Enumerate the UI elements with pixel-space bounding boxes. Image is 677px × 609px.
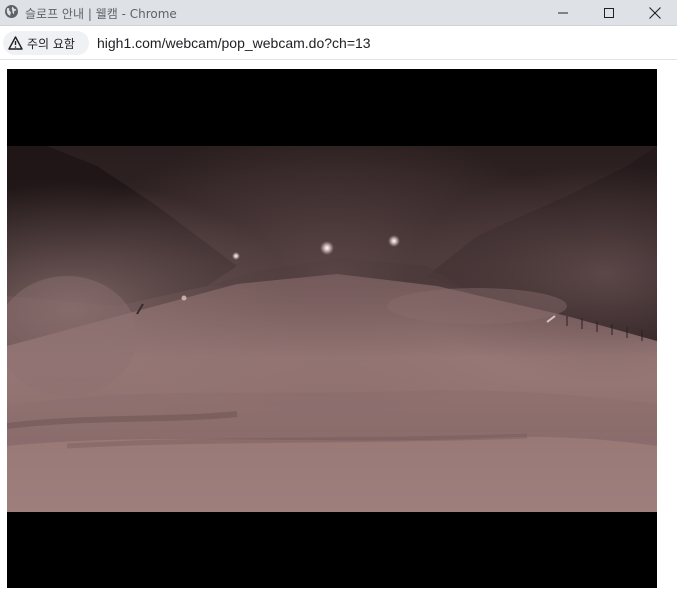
webcam-video-player[interactable]	[7, 69, 657, 588]
page-content	[0, 61, 677, 609]
globe-icon	[4, 4, 19, 19]
browser-popup-window: 슬로프 안내 | 웰캠 - Chrome 주의 요함 high1.com/web…	[0, 0, 677, 609]
webcam-frame-image	[7, 146, 657, 512]
address-bar: 주의 요함 high1.com/webcam/pop_webcam.do?ch=…	[0, 26, 677, 60]
security-label: 주의 요함	[27, 36, 75, 51]
minimize-button[interactable]	[540, 0, 586, 26]
window-title: 슬로프 안내 | 웰캠 - Chrome	[25, 7, 177, 21]
security-status-chip[interactable]: 주의 요함	[3, 31, 89, 55]
maximize-button[interactable]	[586, 0, 632, 26]
minimize-icon	[558, 8, 568, 18]
url-text[interactable]: high1.com/webcam/pop_webcam.do?ch=13	[97, 35, 371, 51]
warning-icon	[8, 36, 23, 50]
title-bar[interactable]: 슬로프 안내 | 웰캠 - Chrome	[0, 0, 677, 26]
maximize-icon	[604, 8, 614, 18]
close-icon	[649, 7, 661, 19]
close-button[interactable]	[632, 0, 677, 26]
